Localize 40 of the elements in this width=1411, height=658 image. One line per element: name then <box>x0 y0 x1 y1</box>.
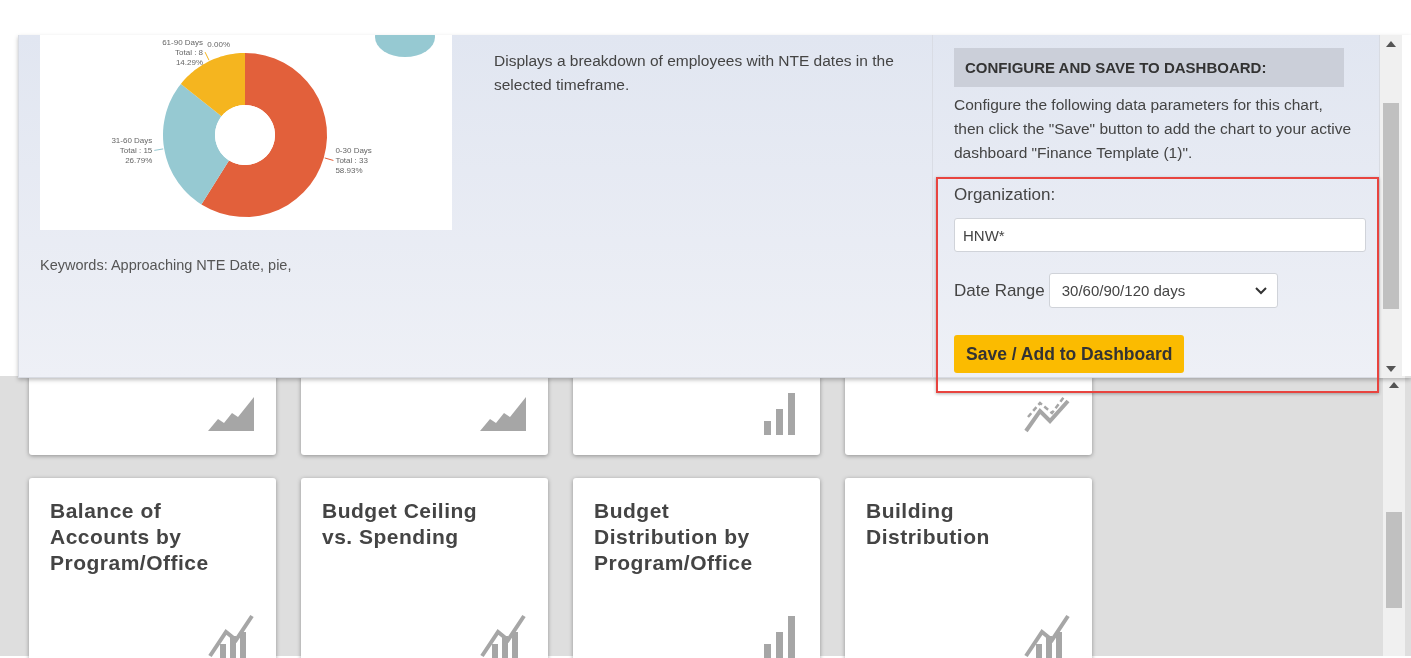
report-card[interactable] <box>845 376 1092 455</box>
leader-line <box>204 51 210 61</box>
chart-description: Displays a breakdown of employees with NTE dates in the selected timeframe. <box>494 51 894 95</box>
date-range-label: Date Range <box>954 280 1045 301</box>
scrollbar[interactable] <box>1383 376 1405 656</box>
report-card[interactable]: Balance of Accounts by Program/Office <box>29 478 276 658</box>
card-title: Balance of Accounts by Program/Office <box>50 498 210 576</box>
report-card[interactable] <box>29 376 276 455</box>
slice-label: 0.00% <box>207 40 230 49</box>
keywords-text: Keywords: Approaching NTE Date, pie, <box>40 257 293 273</box>
chevron-down-icon <box>1254 286 1267 295</box>
scroll-up-icon[interactable] <box>1389 382 1399 388</box>
slice-label: 61-90 Days Total : 8 14.29% <box>162 38 204 68</box>
card-title: Budget Ceiling vs. Spending <box>322 498 479 550</box>
scrollbar-thumb[interactable] <box>1386 512 1402 608</box>
date-range-dropdown[interactable]: 30/60/90/120 days <box>1048 273 1278 308</box>
card-title: Budget Distribution by Program/Office <box>594 498 754 576</box>
leader-line <box>324 157 334 161</box>
save-button[interactable]: Save / Add to Dashboard <box>954 335 1185 373</box>
report-card[interactable]: Building Distribution <box>845 478 1092 658</box>
bar-line-chart-icon <box>208 614 254 658</box>
organization-field[interactable]: HNW* <box>954 218 1366 252</box>
section-heading: CONFIGURE AND SAVE TO DASHBOARD: <box>954 48 1344 87</box>
leader-line <box>153 148 164 151</box>
organization-label: Organization: <box>954 185 1057 205</box>
scroll-up-icon[interactable] <box>1386 41 1396 47</box>
legend-marker <box>375 35 435 57</box>
scrollbar[interactable] <box>1380 35 1402 378</box>
report-card[interactable]: Budget Ceiling vs. Spending <box>301 478 548 658</box>
bar-line-chart-icon <box>1024 614 1070 658</box>
card-title: Building Distribution <box>866 498 991 550</box>
scroll-down-icon[interactable] <box>1386 366 1396 372</box>
report-card[interactable] <box>301 376 548 455</box>
slice-label: 31-60 Days Total : 15 26.79% <box>111 136 153 166</box>
scrollbar-thumb[interactable] <box>1383 103 1399 309</box>
instructions-text: Configure the following data parameters for this chart, then click the "Save" button to add the chart to your active dashboard "Finance Template (1)". <box>954 95 1352 163</box>
report-card[interactable]: Budget Distribution by Program/Office <box>573 478 820 658</box>
slice-label: 0-30 Days Total : 33 58.93% <box>335 146 372 176</box>
report-card[interactable] <box>573 376 820 455</box>
bar-line-chart-icon <box>480 614 526 658</box>
